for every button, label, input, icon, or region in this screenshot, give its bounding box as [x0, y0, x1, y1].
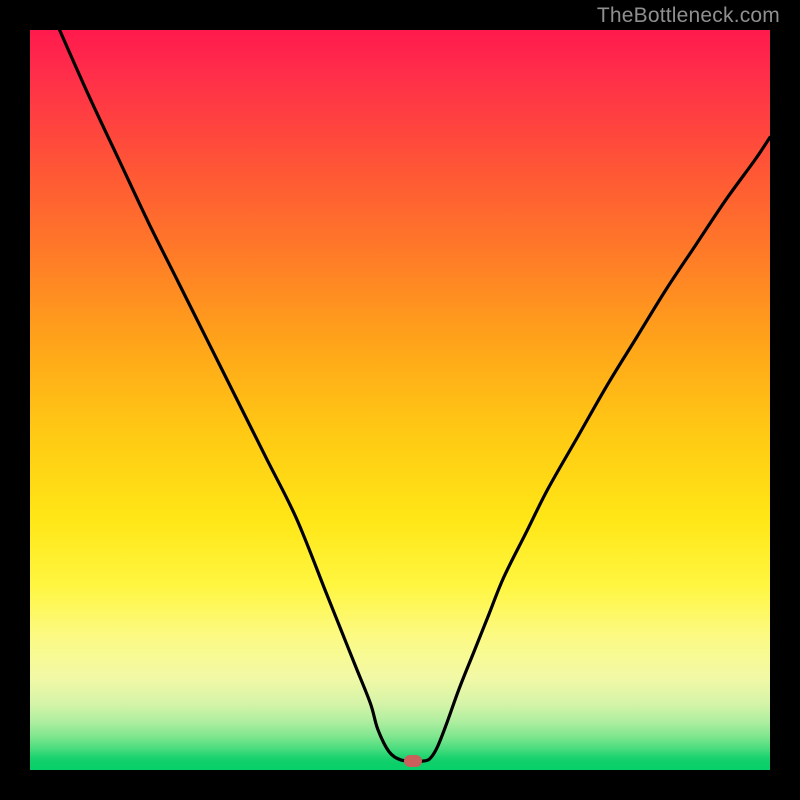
watermark-text: TheBottleneck.com	[597, 4, 780, 28]
plot-area	[30, 30, 770, 770]
bottleneck-marker	[404, 755, 422, 767]
bottleneck-curve	[60, 30, 770, 761]
chart-frame: TheBottleneck.com	[0, 0, 800, 800]
curve-svg	[30, 30, 770, 770]
